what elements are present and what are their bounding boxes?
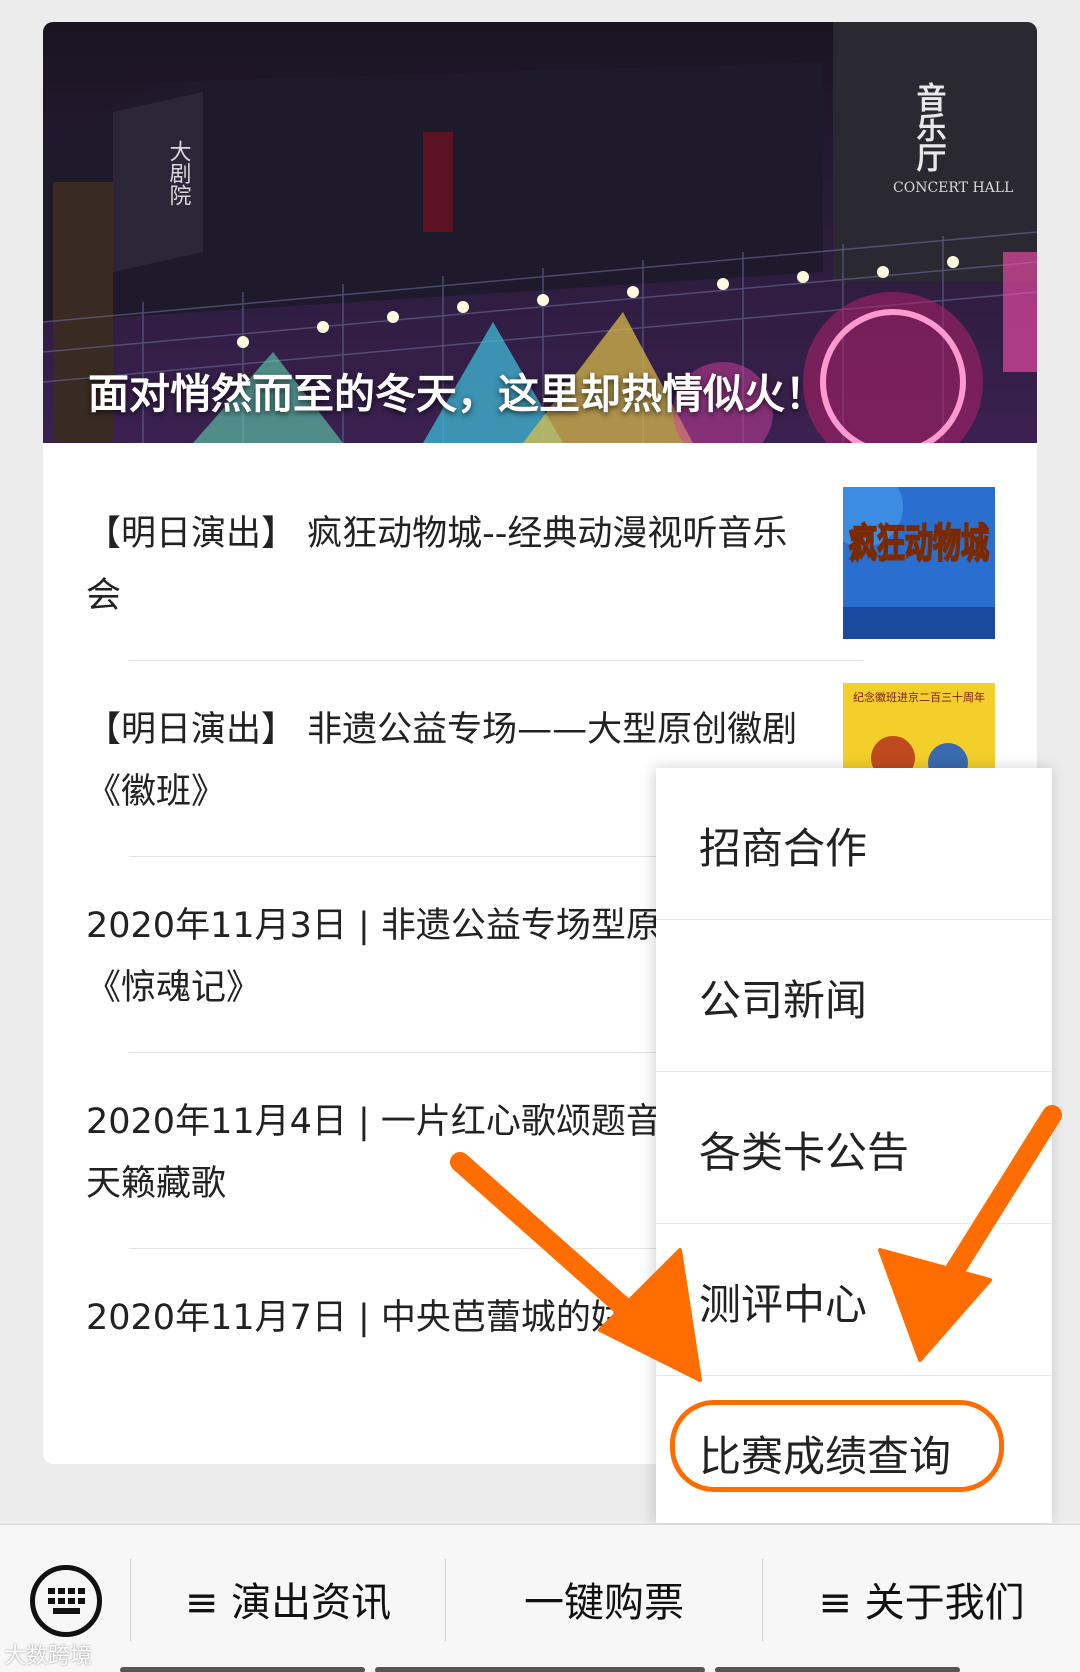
grand-theatre-sign: 大剧院 bbox=[166, 140, 192, 206]
hero-banner[interactable]: 音乐厅 CONCERT HALL 大剧院 面对悄然而至的冬天，这里却热情似火！ bbox=[43, 22, 1037, 443]
menu-item-label: 测评中心 bbox=[699, 1280, 868, 1329]
hero-title: 面对悄然而至的冬天，这里却热情似火！ bbox=[88, 370, 826, 418]
menu-item-investment[interactable]: 招商合作 bbox=[656, 768, 1052, 920]
keyboard-icon[interactable] bbox=[30, 1565, 102, 1637]
bottom-tab-bar: ≡ 演出资讯 一键购票 ≡ 关于我们 bbox=[0, 1524, 1080, 1672]
tab-performance-info[interactable]: ≡ 演出资讯 bbox=[131, 1525, 445, 1672]
concert-hall-sign: 音乐厅 bbox=[911, 82, 947, 173]
menu-item-label: 招商合作 bbox=[699, 824, 868, 873]
menu-item-company-news[interactable]: 公司新闻 bbox=[656, 920, 1052, 1072]
menu-item-label: 比赛成绩查询 bbox=[699, 1432, 952, 1481]
menu-item-label: 公司新闻 bbox=[699, 976, 868, 1025]
tab-about-us[interactable]: ≡ 关于我们 bbox=[763, 1525, 1080, 1672]
zootopia-thumbnail[interactable]: 疯狂动物城 bbox=[843, 487, 995, 639]
watermark: 大数跨境 bbox=[4, 1644, 93, 1669]
popup-menu: 招商合作 公司新闻 各类卡公告 测评中心 比赛成绩查询 bbox=[656, 768, 1052, 1523]
menu-item-label: 各类卡公告 bbox=[699, 1128, 910, 1177]
article-title: 【明日演出】 疯狂动物城--经典动漫视听音乐会 bbox=[86, 514, 788, 616]
scroll-indicator bbox=[715, 1667, 960, 1672]
menu-item-assessment-center[interactable]: 测评中心 bbox=[656, 1224, 1052, 1376]
scroll-indicator bbox=[375, 1667, 705, 1672]
concert-hall-en-sign: CONCERT HALL bbox=[893, 180, 1013, 196]
huiban-thumb-text: 纪念徽班进京二百三十周年 bbox=[853, 690, 985, 704]
scroll-indicator bbox=[120, 1667, 365, 1672]
tab-buy-tickets[interactable]: 一键购票 bbox=[446, 1525, 762, 1672]
menu-item-competition-results[interactable]: 比赛成绩查询 bbox=[656, 1376, 1052, 1528]
menu-item-card-notices[interactable]: 各类卡公告 bbox=[656, 1072, 1052, 1224]
zootopia-thumb-text: 疯狂动物城 bbox=[849, 521, 989, 567]
